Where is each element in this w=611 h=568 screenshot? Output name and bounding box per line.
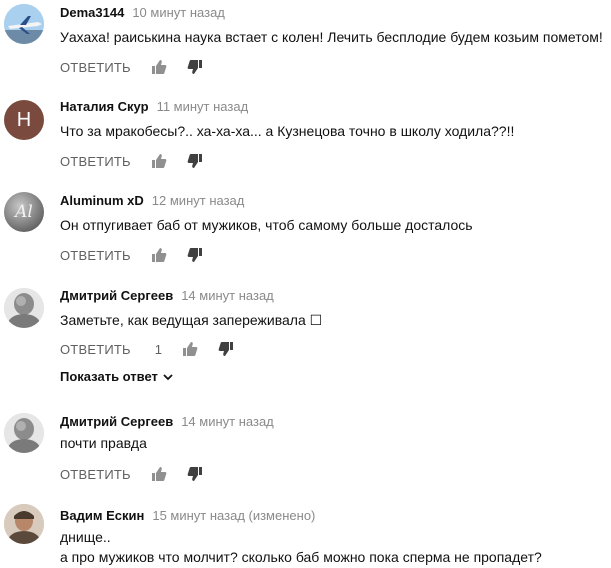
avatar-letter: Н bbox=[16, 108, 32, 131]
show-replies-button[interactable]: Показать ответ bbox=[60, 369, 174, 384]
author-name[interactable]: Dema3144 bbox=[60, 5, 124, 20]
comment-actions: ОТВЕТИТЬ 1 bbox=[60, 339, 234, 359]
reply-button[interactable]: ОТВЕТИТЬ bbox=[60, 154, 131, 169]
comment-header: Дмитрий Сергеев 14 минут назад bbox=[60, 288, 274, 303]
comment-text: Уахаха! раиськина наука встает с колен! … bbox=[60, 29, 603, 45]
comment-time[interactable]: 11 минут назад bbox=[157, 99, 249, 114]
like-count: 1 bbox=[154, 341, 162, 357]
comment: Al Aluminum xD 12 минут назад Он отпугива… bbox=[0, 188, 611, 278]
reply-button[interactable]: ОТВЕТИТЬ bbox=[60, 248, 131, 263]
comment: Н Наталия Скур 11 минут назад Что за мрак… bbox=[0, 94, 611, 184]
photo-avatar[interactable] bbox=[4, 288, 44, 328]
chevron-down-icon bbox=[163, 373, 173, 380]
comment-header: Вадим Ескин 15 минут назад (изменено) bbox=[60, 508, 315, 523]
thumbs-up-icon[interactable] bbox=[151, 247, 167, 263]
show-replies-label: Показать ответ bbox=[60, 369, 158, 384]
author-name[interactable]: Aluminum xD bbox=[60, 193, 144, 208]
comment-actions: ОТВЕТИТЬ bbox=[60, 464, 203, 484]
author-name[interactable]: Наталия Скур bbox=[60, 99, 149, 114]
reply-button[interactable]: ОТВЕТИТЬ bbox=[60, 467, 131, 482]
comment-time[interactable]: 14 минут назад bbox=[181, 288, 274, 303]
author-name[interactable]: Вадим Ескин bbox=[60, 508, 144, 523]
thumbs-down-icon[interactable] bbox=[187, 466, 203, 482]
letter-avatar[interactable]: Н bbox=[4, 100, 44, 140]
thumbs-down-icon[interactable] bbox=[187, 59, 203, 75]
comment-text: днище.. bbox=[60, 529, 111, 545]
comment-text: Он отпугивает баб от мужиков, чтоб самом… bbox=[60, 217, 473, 233]
comment-actions: ОТВЕТИТЬ bbox=[60, 151, 203, 171]
reply-button[interactable]: ОТВЕТИТЬ bbox=[60, 60, 131, 75]
comment-header: Дмитрий Сергеев 14 минут назад bbox=[60, 414, 274, 429]
airplane-avatar[interactable] bbox=[4, 4, 44, 44]
comment-header: Dema3144 10 минут назад bbox=[60, 5, 225, 20]
thumbs-down-icon[interactable] bbox=[187, 153, 203, 169]
comment-time[interactable]: 12 минут назад bbox=[152, 193, 245, 208]
thumbs-up-icon[interactable] bbox=[151, 466, 167, 482]
comment-text: Заметьте, как ведущая запереживала ☐ bbox=[60, 312, 323, 328]
comment-header: Наталия Скур 11 минут назад bbox=[60, 99, 248, 114]
comment-actions: ОТВЕТИТЬ bbox=[60, 57, 203, 77]
thumbs-up-icon[interactable] bbox=[151, 153, 167, 169]
thumbs-up-icon[interactable] bbox=[151, 59, 167, 75]
author-name[interactable]: Дмитрий Сергеев bbox=[60, 288, 173, 303]
thumbs-down-icon[interactable] bbox=[218, 341, 234, 357]
thumbs-up-icon[interactable] bbox=[182, 341, 198, 357]
reply-button[interactable]: ОТВЕТИТЬ bbox=[60, 342, 131, 357]
comment-text: а про мужиков что молчит? сколько баб мо… bbox=[60, 549, 542, 565]
comment: Дмитрий Сергеев 14 минут назад почти прав… bbox=[0, 408, 611, 498]
thumbs-down-icon[interactable] bbox=[187, 247, 203, 263]
avatar-letter: Al bbox=[15, 202, 33, 222]
comment-text: Что за мракобесы?.. ха-ха-ха... а Кузнец… bbox=[60, 123, 515, 139]
comment-header: Aluminum xD 12 минут назад bbox=[60, 193, 244, 208]
photo-avatar[interactable] bbox=[4, 413, 44, 453]
comment-time[interactable]: 14 минут назад bbox=[181, 414, 274, 429]
comment: Dema3144 10 минут назад Уахаха! раиськина… bbox=[0, 0, 611, 90]
comment-text: почти правда bbox=[60, 435, 147, 451]
comment-time[interactable]: 10 минут назад bbox=[132, 5, 225, 20]
al-avatar[interactable]: Al bbox=[4, 192, 44, 232]
comment-time[interactable]: 15 минут назад (изменено) bbox=[152, 508, 315, 523]
comment-actions: ОТВЕТИТЬ bbox=[60, 245, 203, 265]
comment: Вадим Ескин 15 минут назад (изменено) дни… bbox=[0, 502, 611, 568]
author-name[interactable]: Дмитрий Сергеев bbox=[60, 414, 173, 429]
photo-avatar[interactable] bbox=[4, 504, 44, 544]
